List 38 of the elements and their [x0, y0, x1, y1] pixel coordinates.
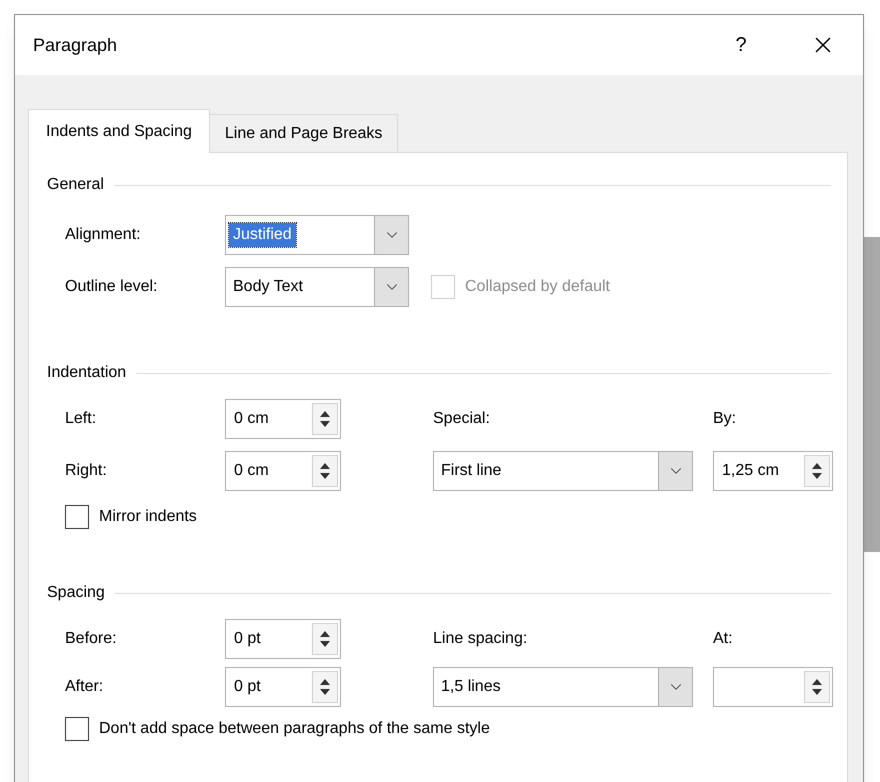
- help-button[interactable]: ?: [721, 25, 761, 65]
- spin-arrows-icon[interactable]: [312, 455, 338, 487]
- field-label: By:: [713, 410, 736, 427]
- spin-arrows-icon[interactable]: [804, 455, 830, 487]
- field-label: Before:: [65, 630, 117, 647]
- spin-field[interactable]: 0 cm: [225, 451, 341, 491]
- section-heading: General: [47, 175, 104, 195]
- checkbox[interactable]: [65, 717, 89, 741]
- field-label: At:: [713, 630, 733, 647]
- spin-field[interactable]: 0 cm: [225, 399, 341, 439]
- window-title: Paragraph: [33, 34, 118, 57]
- field-label: After:: [65, 678, 104, 695]
- spin-arrows-icon[interactable]: [804, 671, 830, 703]
- field-label: Outline level:: [65, 278, 158, 295]
- checkbox-label: Don't add space between paragraphs of the same style: [99, 719, 490, 739]
- dropdown[interactable]: Body Text: [225, 267, 409, 307]
- dropdown[interactable]: 1,5 lines: [433, 667, 693, 707]
- spin-arrows-icon[interactable]: [312, 671, 338, 703]
- checkbox[interactable]: [65, 505, 89, 529]
- spin-field[interactable]: 1,25 cm: [713, 451, 833, 491]
- spin-field[interactable]: 0 pt: [225, 619, 341, 659]
- tab[interactable]: Line and Page Breaks: [210, 114, 398, 152]
- field-label: Left:: [65, 410, 96, 427]
- spin-arrows-icon[interactable]: [312, 403, 338, 435]
- tab[interactable]: Indents and Spacing: [28, 109, 210, 153]
- dropdown[interactable]: Justified: [225, 215, 409, 255]
- field-label: Line spacing:: [433, 630, 528, 647]
- spin-arrows-icon[interactable]: [312, 623, 338, 655]
- dropdown[interactable]: First line: [433, 451, 693, 491]
- spin-field[interactable]: 0 pt: [225, 667, 341, 707]
- checkbox-label: Mirror indents: [99, 507, 197, 527]
- field-label: Right:: [65, 462, 107, 479]
- field-label: Special:: [433, 410, 490, 427]
- checkbox-label: Collapsed by default: [465, 277, 610, 297]
- section-heading: Indentation: [47, 363, 126, 383]
- section-heading: Spacing: [47, 583, 105, 603]
- field-label: Alignment:: [65, 226, 141, 243]
- spin-field[interactable]: [713, 667, 833, 707]
